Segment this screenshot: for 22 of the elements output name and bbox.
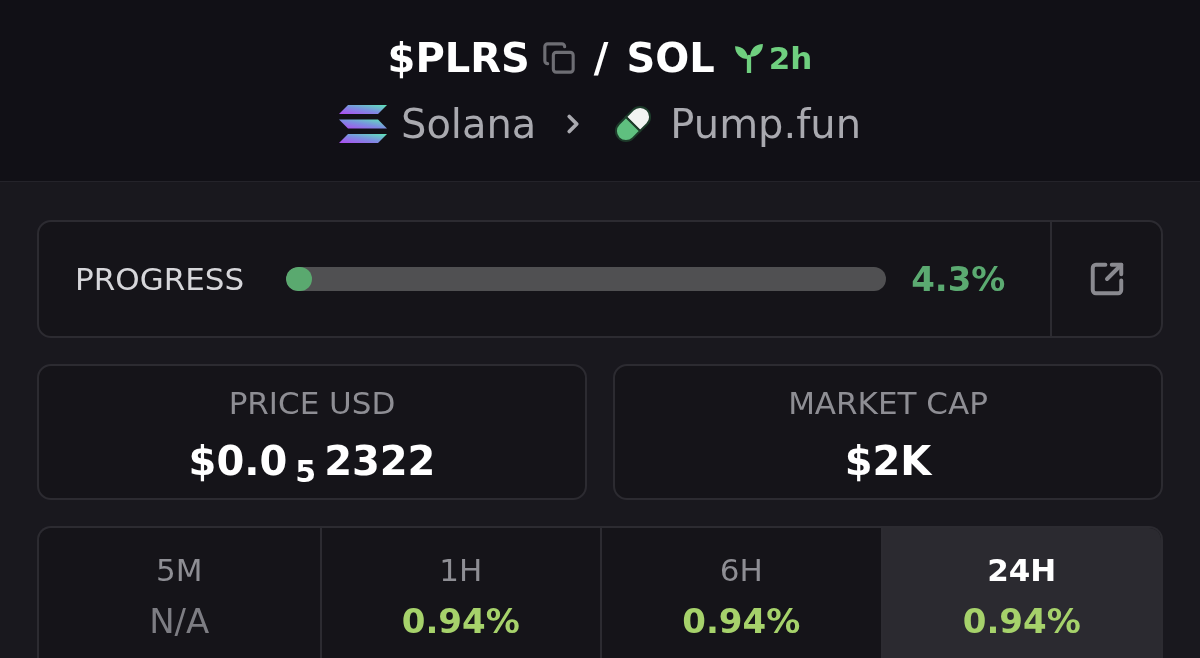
breadcrumb-link[interactable]: Solana bbox=[401, 94, 537, 154]
stat-label: MARKET CAP bbox=[788, 384, 988, 423]
progress-percent: 4.3% bbox=[911, 257, 1006, 301]
quote-symbol: SOL bbox=[626, 34, 715, 83]
change-value: 0.94% bbox=[401, 600, 520, 643]
stat-value: $2K bbox=[844, 436, 932, 486]
timeframe-tab[interactable]: 1H 0.94% bbox=[319, 528, 600, 658]
stat-label: PRICE USD bbox=[228, 384, 396, 423]
token-symbol: $PLRS bbox=[387, 34, 530, 83]
sprout-icon bbox=[732, 43, 765, 73]
stat-value: $0.0$_{5}$2322 bbox=[188, 436, 436, 491]
timeframe-tab[interactable]: 5M N/A bbox=[39, 528, 320, 658]
copy-icon[interactable] bbox=[541, 41, 576, 75]
slanted-bars-icon bbox=[339, 105, 387, 143]
change-value: 0.94% bbox=[962, 600, 1081, 643]
timeframe-tab[interactable]: 24H 0.94% bbox=[880, 528, 1161, 658]
change-value: N/A bbox=[149, 600, 210, 643]
pair-age: 2h bbox=[768, 38, 813, 78]
progress-label: PROGRESS bbox=[75, 259, 245, 299]
breadcrumb-link[interactable]: Pump.fun bbox=[670, 94, 861, 154]
change-value: 0.94% bbox=[682, 600, 801, 643]
pair-separator: / bbox=[593, 34, 609, 83]
